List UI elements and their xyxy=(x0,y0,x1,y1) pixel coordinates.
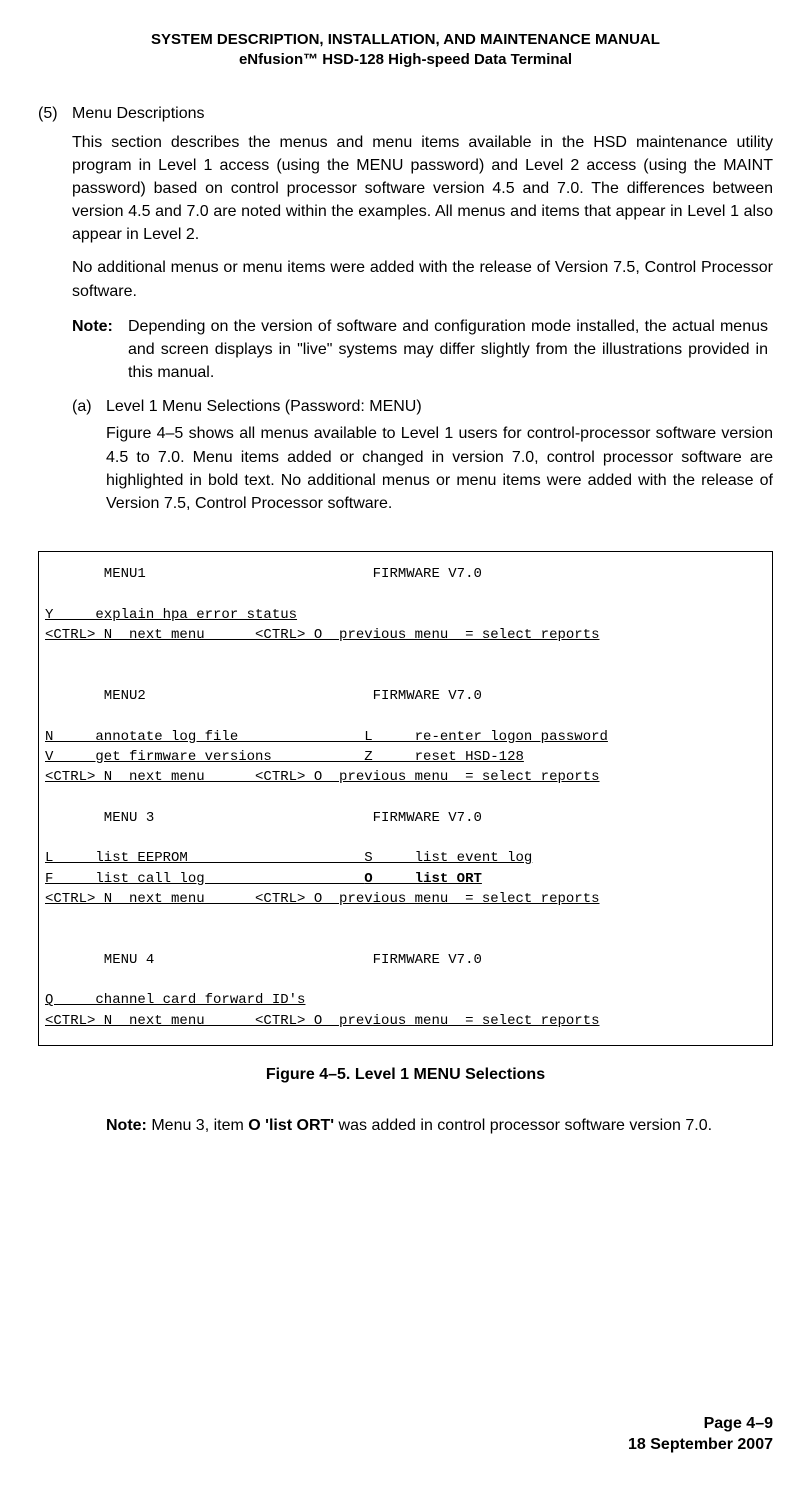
terminal-line: V get firmware versions Z reset HSD-128 xyxy=(45,749,524,765)
terminal-line: MENU1 FIRMWARE V7.0 xyxy=(45,566,482,582)
section-5-para-1: This section describes the menus and men… xyxy=(72,131,773,247)
subsection-a-body: Figure 4–5 shows all menus available to … xyxy=(106,422,773,515)
note-2-before: Menu 3, item xyxy=(147,1117,248,1134)
header-line-2: eNfusion™ HSD-128 High-speed Data Termin… xyxy=(38,50,773,70)
terminal-line: <CTRL> N next menu <CTRL> O previous men… xyxy=(45,1013,600,1029)
terminal-line: Q channel card forward ID's xyxy=(45,992,305,1008)
note-2: Note: Menu 3, item O 'list ORT' was adde… xyxy=(106,1114,773,1137)
note-label: Note: xyxy=(72,315,128,338)
section-5-title: Menu Descriptions xyxy=(72,105,205,122)
subsection-a-tag: (a) xyxy=(72,398,106,416)
terminal-line: Y explain hpa error status xyxy=(45,607,297,623)
document-header: SYSTEM DESCRIPTION, INSTALLATION, AND MA… xyxy=(38,30,773,71)
terminal-line: <CTRL> N next menu <CTRL> O previous men… xyxy=(45,891,600,907)
terminal-output-box: MENU1 FIRMWARE V7.0 Y explain hpa error … xyxy=(38,551,773,1046)
note-2-label: Note: xyxy=(106,1117,147,1134)
subsection-a: (a)Level 1 Menu Selections (Password: ME… xyxy=(72,398,773,416)
terminal-line: MENU 4 FIRMWARE V7.0 xyxy=(45,952,482,968)
terminal-line: N annotate log file L re-enter logon pas… xyxy=(45,729,608,745)
footer-date: 18 September 2007 xyxy=(628,1434,773,1456)
section-5-para-2: No additional menus or menu items were a… xyxy=(72,256,773,302)
terminal-line: F list call log xyxy=(45,871,364,887)
terminal-line: <CTRL> N next menu <CTRL> O previous men… xyxy=(45,627,600,643)
header-line-1: SYSTEM DESCRIPTION, INSTALLATION, AND MA… xyxy=(38,30,773,50)
terminal-line-bold: O list ORT xyxy=(364,871,482,887)
note-2-after: was added in control processor software … xyxy=(334,1117,712,1134)
terminal-line: <CTRL> N next menu <CTRL> O previous men… xyxy=(45,769,600,785)
section-5-tag: (5) xyxy=(38,105,72,123)
terminal-line: MENU2 FIRMWARE V7.0 xyxy=(45,688,482,704)
terminal-line: L list EEPROM S list event log xyxy=(45,850,532,866)
subsection-a-title: Level 1 Menu Selections (Password: MENU) xyxy=(106,398,422,415)
figure-caption: Figure 4–5. Level 1 MENU Selections xyxy=(38,1066,773,1084)
note-body: Depending on the version of software and… xyxy=(128,315,768,385)
section-5: (5)Menu Descriptions xyxy=(38,105,773,123)
terminal-line: MENU 3 FIRMWARE V7.0 xyxy=(45,810,482,826)
page-footer: Page 4–9 18 September 2007 xyxy=(628,1413,773,1456)
note-2-bold: O 'list ORT' xyxy=(248,1117,334,1134)
section-5-note: Note:Depending on the version of softwar… xyxy=(72,315,773,385)
footer-page: Page 4–9 xyxy=(628,1413,773,1435)
